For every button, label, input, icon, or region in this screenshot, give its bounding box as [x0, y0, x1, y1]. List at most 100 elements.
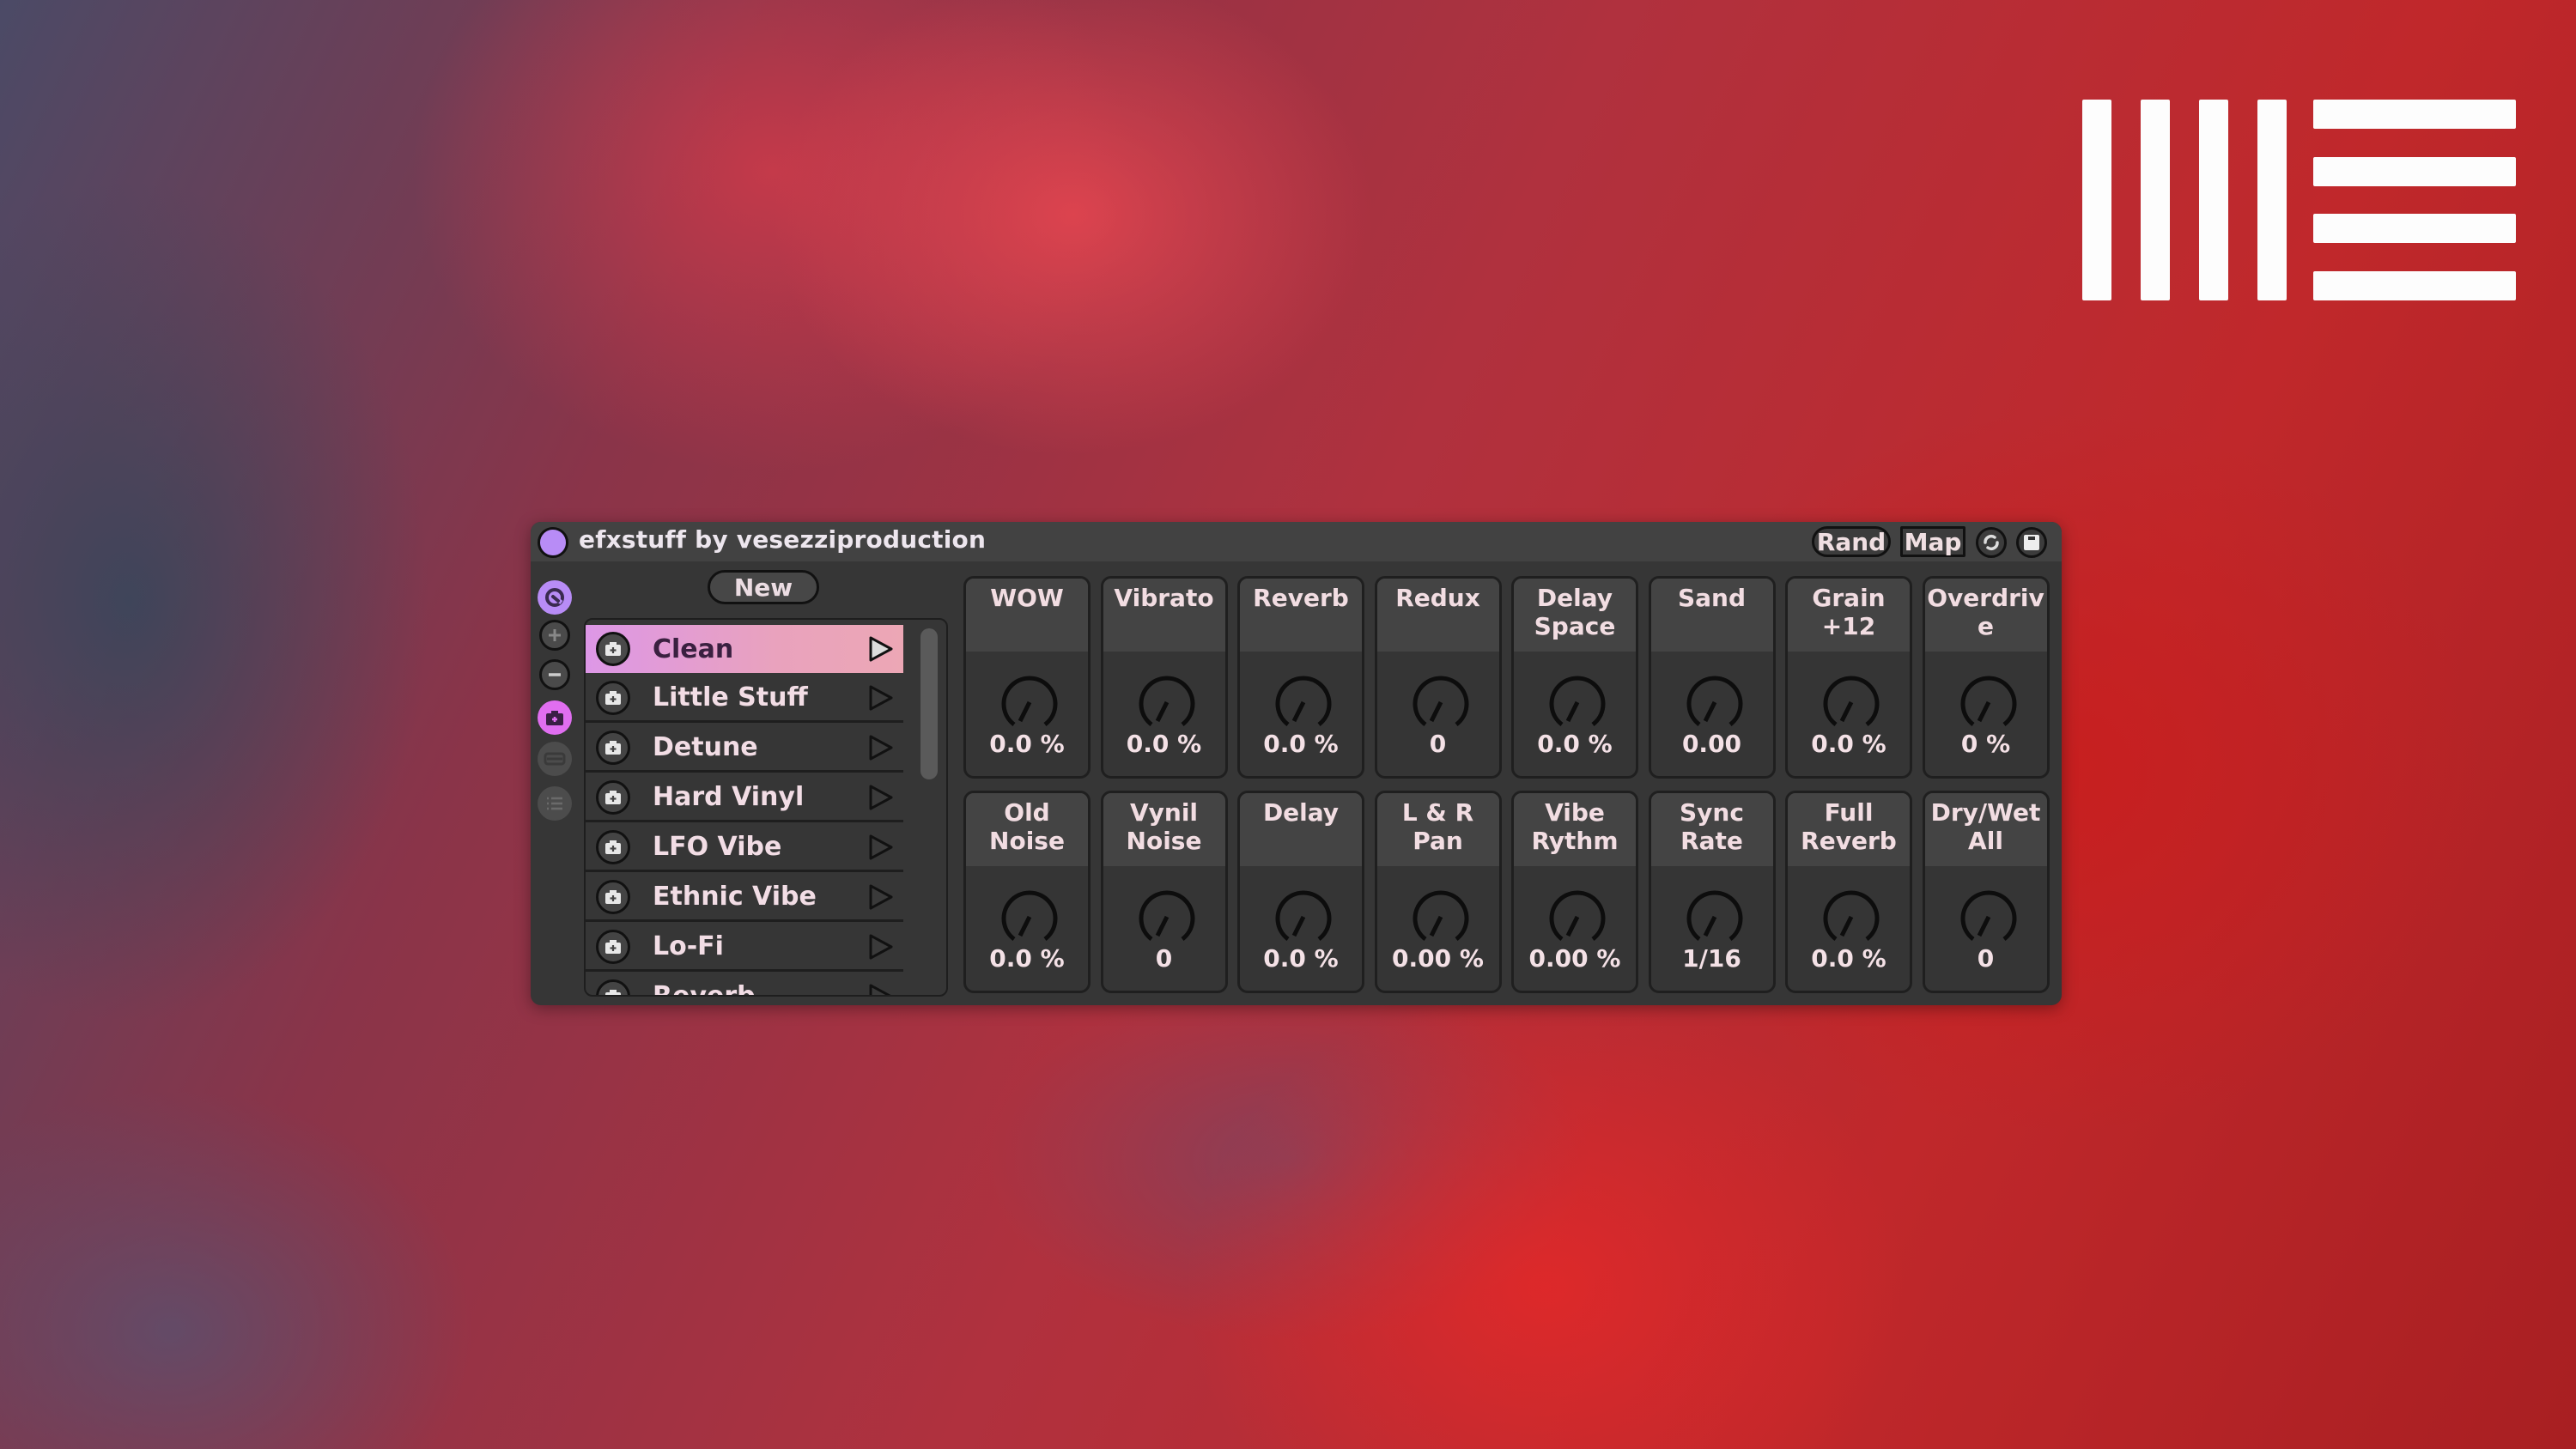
knob-dial[interactable] — [1543, 882, 1612, 951]
map-button[interactable]: Map — [1900, 526, 1965, 557]
knob-value: 0 — [1977, 944, 1995, 973]
knob-value: 0.0 % — [1263, 944, 1339, 973]
knob-value: 0 — [1155, 944, 1173, 973]
sync-button[interactable] — [1976, 527, 2007, 558]
preset-snapshot-button[interactable] — [596, 680, 630, 715]
play-icon[interactable] — [866, 634, 895, 664]
preset-item[interactable]: Lo-Fi — [586, 924, 903, 972]
snapshot-button[interactable] — [538, 700, 572, 735]
knob-dial[interactable] — [1406, 668, 1475, 737]
preset-item[interactable]: Little Stuff — [586, 675, 903, 723]
preset-item[interactable]: Reverb — [586, 973, 903, 997]
knob-label-area: WOW — [966, 579, 1088, 652]
knob-value: 0 % — [1960, 730, 2011, 758]
knob-label: L & R Pan — [1401, 798, 1474, 855]
knob-value: 0.0 % — [1811, 944, 1886, 973]
knob-dial[interactable] — [1269, 882, 1338, 951]
preset-snapshot-button[interactable] — [596, 632, 630, 666]
knob-cell: Delay Space 0.0 % — [1511, 576, 1638, 779]
knob-label-area: Redux — [1376, 579, 1499, 652]
knob-value: 1/16 — [1682, 944, 1741, 973]
knob-value: 0.00 — [1681, 730, 1742, 758]
logo-horizontal-bar — [2313, 271, 2516, 300]
preset-snapshot-button[interactable] — [596, 730, 630, 765]
knob-dial[interactable] — [1406, 882, 1475, 951]
minus-icon — [549, 673, 561, 676]
play-icon[interactable] — [866, 783, 895, 812]
play-icon[interactable] — [866, 882, 895, 912]
new-preset-button[interactable]: New — [708, 570, 819, 604]
preset-list: Clean Little Stuff Detune Hard Vinyl LFO… — [584, 618, 948, 997]
knob-dial[interactable] — [1543, 668, 1612, 737]
knob-label: Vibrato — [1114, 584, 1214, 612]
rand-button[interactable]: Rand — [1812, 526, 1891, 557]
logo-vertical-bar — [2257, 100, 2287, 300]
play-icon[interactable] — [866, 833, 895, 862]
knob-cell: Redux 0 — [1374, 576, 1502, 779]
preset-list-scrollbar[interactable] — [920, 628, 938, 779]
knob-dial[interactable] — [1817, 668, 1886, 737]
knob-cell: Full Reverb 0.0 % — [1785, 791, 1912, 993]
knob-value: 0.0 % — [1263, 730, 1339, 758]
preset-name: Reverb — [653, 981, 756, 997]
preset-name: Clean — [653, 634, 734, 664]
knob-dial[interactable] — [1954, 882, 2023, 951]
knob-label: Reverb — [1253, 584, 1349, 612]
preset-item[interactable]: Clean — [586, 625, 903, 673]
knob-value: 0.0 % — [1811, 730, 1886, 758]
list-view-button[interactable] — [538, 786, 572, 821]
camera-icon — [605, 642, 621, 656]
knob-label-area: Old Noise — [966, 793, 1088, 866]
preset-name: Ethnic Vibe — [653, 882, 817, 912]
preset-item[interactable]: LFO Vibe — [586, 824, 903, 872]
preset-name: Detune — [653, 732, 758, 762]
knob-label-area: Dry/Wet All — [1924, 793, 2047, 866]
knob-dial[interactable] — [1680, 882, 1749, 951]
knob-cell: Vynil Noise 0 — [1100, 791, 1228, 993]
knob-cell: Dry/Wet All 0 — [1922, 791, 2050, 993]
preset-snapshot-button[interactable] — [596, 979, 630, 995]
remove-preset-button[interactable] — [539, 659, 570, 690]
camera-icon — [605, 740, 621, 755]
knob-label-area: Delay — [1240, 793, 1362, 866]
knob-cell: Grain +12 0.0 % — [1785, 576, 1912, 779]
knob-value: 0.0 % — [989, 730, 1065, 758]
knob-label-area: L & R Pan — [1376, 793, 1499, 866]
camera-icon — [546, 711, 563, 725]
preset-snapshot-button[interactable] — [596, 929, 630, 964]
knob-dial[interactable] — [1269, 668, 1338, 737]
save-button[interactable] — [2016, 527, 2047, 558]
knob-dial[interactable] — [995, 882, 1064, 951]
play-icon[interactable] — [866, 982, 895, 997]
knob-value: 0.0 % — [1537, 730, 1613, 758]
play-icon[interactable] — [866, 733, 895, 762]
knob-dial[interactable] — [1133, 882, 1201, 951]
preset-snapshot-button[interactable] — [596, 779, 630, 815]
play-icon[interactable] — [866, 932, 895, 961]
knob-cell: Vibe Rythm 0.00 % — [1511, 791, 1638, 993]
plus-icon — [549, 629, 561, 641]
side-toolbar — [531, 561, 582, 1005]
bar-view-button[interactable] — [538, 742, 572, 776]
knob-dial[interactable] — [1817, 882, 1886, 951]
knob-label: Overdriv e — [1927, 584, 2044, 640]
knob-cell: Sand 0.00 — [1648, 576, 1776, 779]
knob-label: Redux — [1395, 584, 1480, 612]
preset-power-button[interactable] — [538, 580, 572, 615]
preset-item[interactable]: Detune — [586, 724, 903, 773]
preset-snapshot-button[interactable] — [596, 829, 630, 864]
knob-dial[interactable] — [1954, 668, 2023, 737]
knob-dial[interactable] — [1133, 668, 1201, 737]
preset-item[interactable]: Hard Vinyl — [586, 774, 903, 822]
knob-value: 0.0 % — [989, 944, 1065, 973]
preset-item[interactable]: Ethnic Vibe — [586, 874, 903, 922]
camera-icon — [605, 690, 621, 705]
knob-dial[interactable] — [1680, 668, 1749, 737]
preset-snapshot-button[interactable] — [596, 879, 630, 914]
preset-name: Lo-Fi — [653, 931, 724, 961]
knob-cell: Reverb 0.0 % — [1237, 576, 1364, 779]
play-icon[interactable] — [866, 683, 895, 712]
knob-dial[interactable] — [995, 668, 1064, 737]
device-activator-icon[interactable] — [538, 527, 568, 558]
add-preset-button[interactable] — [539, 620, 570, 651]
